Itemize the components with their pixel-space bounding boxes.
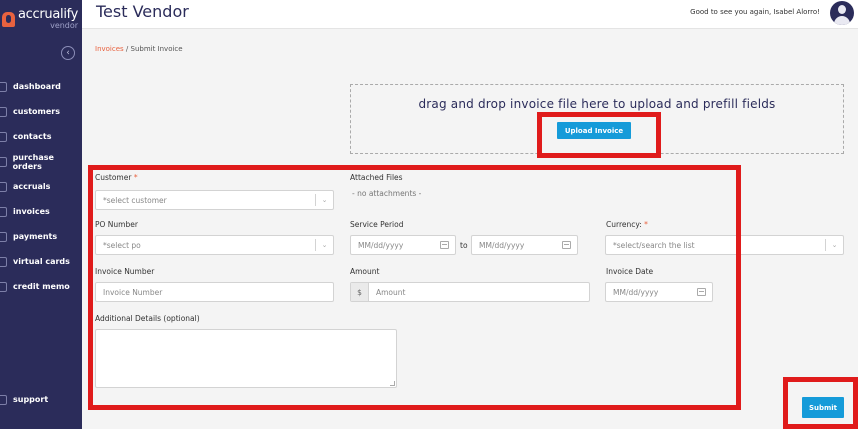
sidebar-item-label: accruals xyxy=(13,182,51,191)
annotation-box-submit xyxy=(783,377,858,429)
sidebar-item-dashboard[interactable]: dashboard xyxy=(0,74,82,99)
sidebar-item-support[interactable]: support xyxy=(0,387,82,412)
credit-memo-icon xyxy=(0,281,7,292)
sidebar-item-label: invoices xyxy=(13,207,50,216)
breadcrumb-separator: / xyxy=(123,45,131,53)
sidebar-item-customers[interactable]: customers xyxy=(0,99,82,124)
dropzone-text: drag and drop invoice file here to uploa… xyxy=(418,97,776,111)
chevron-down-icon: ⌄ xyxy=(825,239,843,251)
sidebar-item-label: support xyxy=(13,395,49,404)
greeting-text: Good to see you again, Isabel Alorro! xyxy=(690,8,820,16)
sidebar-item-contacts[interactable]: contacts xyxy=(0,124,82,149)
payments-icon xyxy=(0,231,7,242)
sidebar-item-virtual-cards[interactable]: virtual cards xyxy=(0,249,82,274)
top-header: Test Vendor Good to see you again, Isabe… xyxy=(82,0,858,29)
sidebar-item-label: payments xyxy=(13,232,58,241)
breadcrumb: Invoices / Submit Invoice xyxy=(95,45,183,53)
support-icon xyxy=(0,394,7,405)
annotation-box-upload xyxy=(537,112,661,158)
virtual-cards-icon xyxy=(0,256,7,267)
sidebar-item-credit-memo[interactable]: credit memo xyxy=(0,274,82,299)
breadcrumb-invoices-link[interactable]: Invoices xyxy=(95,45,124,53)
logo[interactable]: accrualify vendor xyxy=(0,0,82,38)
avatar[interactable] xyxy=(830,1,854,25)
sidebar-item-purchase-orders[interactable]: purchase orders xyxy=(0,149,82,174)
sidebar-item-invoices[interactable]: invoices xyxy=(0,199,82,224)
sidebar: accrualify vendor ‹ dashboard customers … xyxy=(0,0,82,429)
accruals-icon xyxy=(0,181,7,192)
page-title: Test Vendor xyxy=(96,2,189,21)
chevron-left-icon[interactable]: ‹ xyxy=(61,46,75,60)
sidebar-nav: dashboard customers contacts purchase or… xyxy=(0,74,82,299)
sidebar-item-label: credit memo xyxy=(13,282,70,291)
sidebar-item-label: contacts xyxy=(13,132,52,141)
logo-sub: vendor xyxy=(50,21,79,30)
sidebar-item-accruals[interactable]: accruals xyxy=(0,174,82,199)
purchase-orders-icon xyxy=(0,156,7,167)
sidebar-item-payments[interactable]: payments xyxy=(0,224,82,249)
logo-name: accrualify xyxy=(18,7,79,22)
invoices-icon xyxy=(0,206,7,217)
sidebar-item-label: customers xyxy=(13,107,60,116)
annotation-box-form xyxy=(88,165,741,410)
logo-icon xyxy=(2,11,15,27)
sidebar-item-label: dashboard xyxy=(13,82,61,91)
dashboard-icon xyxy=(0,81,7,92)
customers-icon xyxy=(0,106,7,117)
contacts-icon xyxy=(0,131,7,142)
breadcrumb-current: Submit Invoice xyxy=(130,45,183,53)
sidebar-item-label: purchase orders xyxy=(12,152,54,171)
sidebar-item-label: virtual cards xyxy=(13,257,70,266)
